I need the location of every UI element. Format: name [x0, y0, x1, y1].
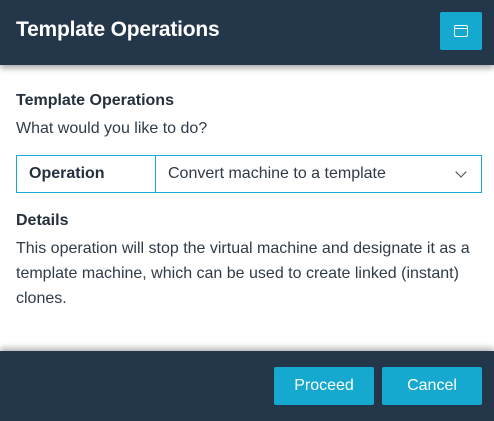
- maximize-button[interactable]: [440, 12, 482, 50]
- dialog-body: Template Operations What would you like …: [0, 65, 494, 351]
- chevron-down-icon: [455, 166, 467, 178]
- template-operations-dialog: Template Operations Template Operations …: [0, 0, 494, 421]
- operation-field: Operation Convert machine to a template: [16, 155, 482, 193]
- dialog-title: Template Operations: [16, 18, 220, 41]
- details-title: Details: [16, 212, 69, 229]
- details-text: This operation will stop the virtual mac…: [16, 240, 470, 307]
- operation-label: Operation: [17, 156, 156, 192]
- section-title: Template Operations: [16, 92, 174, 109]
- dialog-footer: Proceed Cancel: [0, 351, 494, 421]
- operation-selected-value: Convert machine to a template: [168, 165, 386, 182]
- prompt-text: What would you like to do?: [16, 120, 208, 137]
- dialog-header: Template Operations: [0, 0, 494, 65]
- operation-select[interactable]: Convert machine to a template: [156, 156, 481, 192]
- cancel-button[interactable]: Cancel: [382, 367, 482, 405]
- proceed-button[interactable]: Proceed: [274, 367, 374, 405]
- window-maximize-icon: [454, 25, 468, 37]
